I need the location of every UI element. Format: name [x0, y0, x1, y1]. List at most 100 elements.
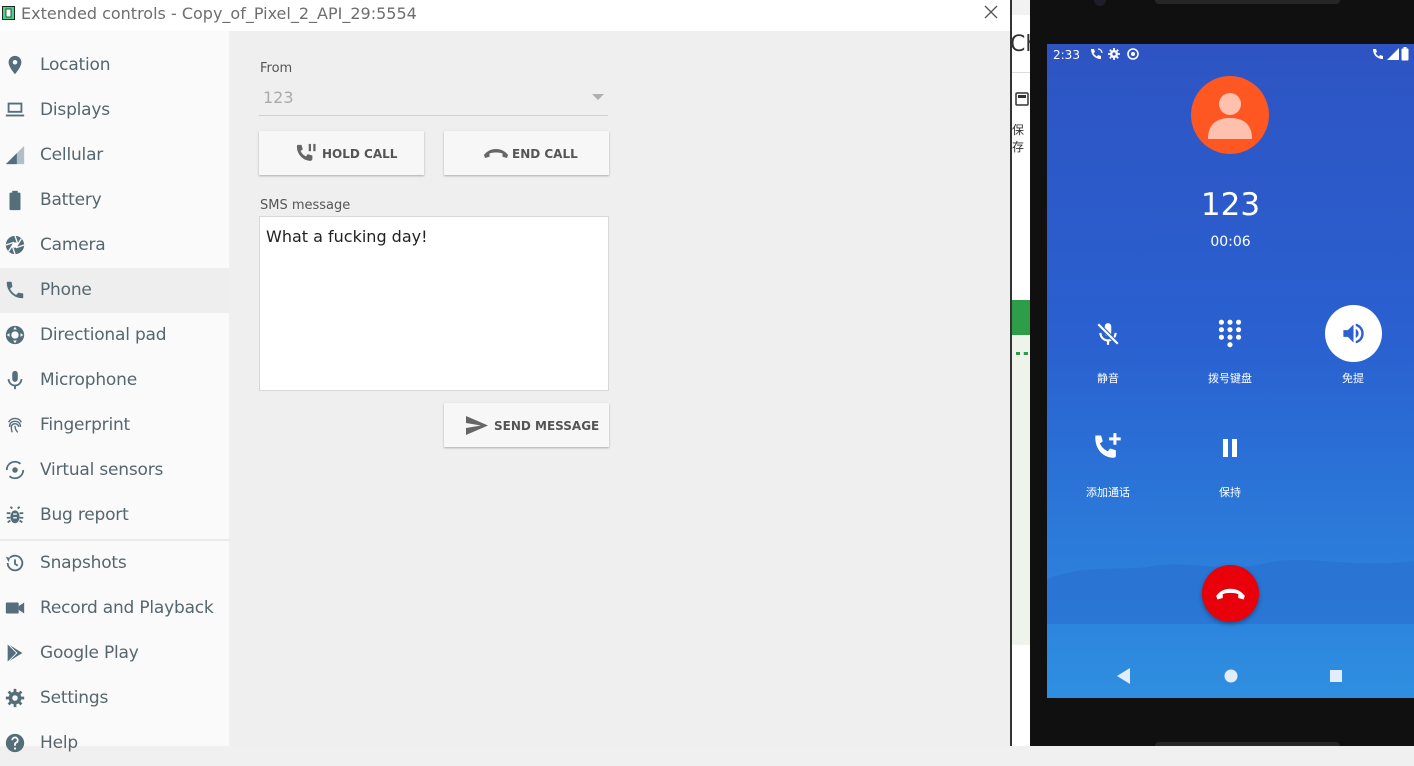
mic-off-icon [1096, 322, 1120, 346]
call-end-icon [484, 149, 508, 158]
call-end-icon [1216, 588, 1245, 600]
background-window-divider [1012, 72, 1030, 73]
sidebar-item-settings[interactable]: Settings [0, 676, 229, 721]
sidebar-item-record-and-playback[interactable]: Record and Playback [0, 586, 229, 631]
sidebar-item-microphone[interactable]: Microphone [0, 358, 229, 403]
battery-icon [1401, 47, 1409, 61]
sidebar-item-label: Camera [40, 235, 106, 255]
front-camera [1094, 0, 1106, 6]
history-icon [5, 554, 24, 572]
send-icon [466, 416, 488, 435]
background-window-toolbar [1012, 0, 1030, 15]
cellular-icon [5, 145, 25, 165]
add-call-button[interactable] [1078, 422, 1138, 482]
hold-button[interactable] [1200, 422, 1260, 482]
send-message-button[interactable]: SEND MESSAGE [444, 403, 609, 447]
end-call-button[interactable]: END CALL [444, 131, 609, 175]
end-call-fab[interactable] [1202, 565, 1259, 622]
sidebar-item-label: Snapshots [40, 553, 127, 573]
wifi-call-icon [1091, 48, 1103, 59]
hold-call-button[interactable]: HOLD CALL [259, 131, 424, 175]
sidebar-item-label: Microphone [40, 370, 137, 390]
bug-icon [6, 506, 24, 524]
sms-message-input[interactable]: What a fucking day! [259, 216, 609, 391]
sidebar-item-displays[interactable]: Displays [0, 88, 229, 133]
background-window: Ch 保存 [1012, 0, 1030, 746]
battery-icon [9, 190, 21, 211]
close-icon[interactable] [983, 4, 999, 20]
sidebar-item-label: Battery [40, 190, 102, 210]
microphone-icon [7, 370, 23, 390]
sidebar-item-directional-pad[interactable]: Directional pad [0, 313, 229, 358]
from-value: 123 [263, 88, 294, 107]
sidebar-item-label: Cellular [40, 145, 104, 165]
play-store-icon [7, 643, 23, 663]
sync-status-icon [1127, 48, 1139, 60]
fingerprint-icon [7, 417, 23, 433]
person-icon [1208, 93, 1252, 139]
hold-call-label: HOLD CALL [322, 147, 398, 161]
keypad-label: 拨号键盘 [1208, 372, 1252, 385]
sidebar-item-battery[interactable]: Battery [0, 178, 229, 223]
help-icon [5, 733, 25, 753]
mute-label: 静音 [1097, 372, 1119, 385]
background-window-text: Ch [1012, 32, 1030, 57]
hold-label: 保持 [1219, 486, 1241, 499]
phone-panel: From 123 HOLD CALL END CALL SMS message … [229, 31, 1010, 746]
phone-screen: 2:33 123 00:06 静音 拨号键盘 免提 添加通话 保持 [1047, 44, 1414, 698]
nav-back-icon[interactable] [1117, 668, 1131, 684]
sidebar-item-google-play[interactable]: Google Play [0, 631, 229, 676]
window-icon [1015, 92, 1029, 106]
sidebar-item-phone[interactable]: Phone [0, 268, 229, 313]
sidebar-item-location[interactable]: Location [0, 43, 229, 88]
dialpad-icon [1218, 319, 1242, 348]
sms-label: SMS message [260, 198, 351, 213]
sidebar-item-help[interactable]: Help [0, 721, 229, 766]
window-titlebar: Extended controls - Copy_of_Pixel_2_API_… [0, 0, 1012, 31]
sidebar-item-camera[interactable]: Camera [0, 223, 229, 268]
keypad-button[interactable] [1200, 309, 1260, 369]
sidebar-item-label: Virtual sensors [40, 460, 164, 480]
background-window-green-bar [1012, 300, 1030, 335]
sidebar-item-virtual-sensors[interactable]: Virtual sensors [0, 448, 229, 493]
sidebar-item-label: Phone [40, 280, 92, 300]
from-select[interactable]: 123 [259, 82, 608, 116]
dpad-icon [5, 325, 25, 345]
window-title: Extended controls - Copy_of_Pixel_2_API_… [21, 4, 417, 23]
volume-up-icon [1343, 323, 1364, 344]
status-time: 2:33 [1053, 48, 1080, 62]
pause-icon [1223, 439, 1237, 457]
display-icon [5, 102, 25, 117]
sidebar-item-bug-report[interactable]: Bug report [0, 493, 229, 538]
sidebar-item-fingerprint[interactable]: Fingerprint [0, 403, 229, 448]
from-label: From [260, 61, 293, 76]
sidebar-item-label: Location [40, 55, 111, 75]
sidebar-item-snapshots[interactable]: Snapshots [0, 541, 229, 586]
mute-button[interactable] [1078, 309, 1138, 369]
gear-icon [1108, 48, 1120, 60]
caller-number: 123 [1200, 187, 1261, 223]
sidebar-item-label: Help [40, 733, 78, 753]
end-call-label: END CALL [512, 147, 578, 161]
sidebar-item-label: Directional pad [40, 325, 167, 345]
more-dots-icon [1016, 352, 1028, 359]
speaker-label: 免提 [1342, 372, 1364, 385]
nav-recents-icon[interactable] [1330, 670, 1342, 682]
caller-avatar [1191, 76, 1269, 154]
speaker-button[interactable] [1325, 305, 1382, 362]
background-window-panel [1012, 335, 1030, 645]
app-icon [2, 6, 15, 20]
background-window-save-text: 保存 [1012, 123, 1025, 154]
camera-aperture-icon [5, 235, 25, 255]
phone-icon [6, 281, 24, 299]
add-call-label: 添加通话 [1086, 486, 1130, 499]
sidebar-item-label: Record and Playback [40, 598, 214, 618]
sidebar-item-label: Google Play [40, 643, 139, 663]
send-message-label: SEND MESSAGE [494, 419, 600, 433]
chevron-down-icon [592, 94, 604, 100]
phone-paused-icon [296, 143, 316, 161]
nav-home-icon[interactable] [1224, 669, 1238, 683]
call-duration: 00:06 [1210, 234, 1251, 250]
speaker-grille [1155, 0, 1340, 4]
sidebar-item-cellular[interactable]: Cellular [0, 133, 229, 178]
